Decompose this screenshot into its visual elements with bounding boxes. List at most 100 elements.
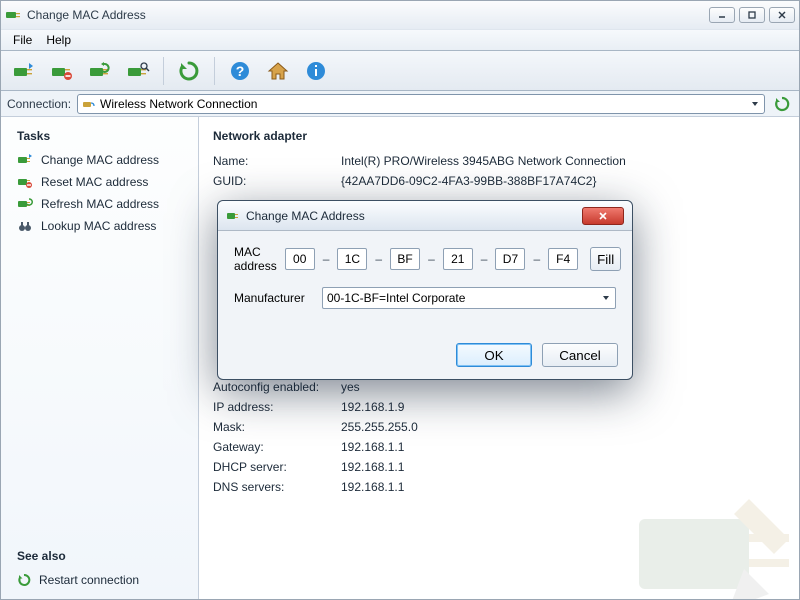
binoculars-icon	[17, 219, 33, 233]
dash-icon: –	[375, 252, 382, 266]
nic-refresh-icon	[17, 197, 33, 211]
window-title: Change MAC Address	[27, 8, 703, 22]
tasks-heading: Tasks	[17, 129, 188, 143]
prop-value: 192.168.1.1	[341, 440, 785, 454]
window-buttons	[709, 7, 795, 23]
mac-octet-5[interactable]	[548, 248, 578, 270]
tool-reset-mac[interactable]	[45, 56, 79, 86]
watermark-icon	[629, 479, 799, 599]
task-refresh-mac[interactable]: Refresh MAC address	[11, 193, 188, 215]
mac-octet-1[interactable]	[337, 248, 367, 270]
prop-key: Gateway:	[213, 440, 333, 454]
tool-refresh-mac[interactable]	[83, 56, 117, 86]
nic-edit-icon	[17, 153, 33, 167]
prop-value: 255.255.255.0	[341, 420, 785, 434]
dash-icon: –	[533, 252, 540, 266]
task-label: Change MAC address	[41, 153, 159, 167]
connection-refresh-button[interactable]	[771, 94, 793, 114]
see-also-heading: See also	[17, 549, 188, 563]
close-button[interactable]	[769, 7, 795, 23]
prop-key: DNS servers:	[213, 480, 333, 494]
ok-button[interactable]: OK	[456, 343, 532, 367]
tool-lookup-mac[interactable]	[121, 56, 155, 86]
tool-help[interactable]: ?	[223, 56, 257, 86]
sidebar: Tasks Change MAC address Reset MAC addre…	[1, 117, 199, 599]
prop-row: Mask: 255.255.255.0	[213, 417, 785, 437]
app-icon	[5, 7, 21, 23]
manufacturer-label: Manufacturer	[234, 291, 314, 305]
dialog-buttons: OK Cancel	[218, 337, 632, 379]
dash-icon: –	[481, 252, 488, 266]
tool-home[interactable]	[261, 56, 295, 86]
connection-value: Wireless Network Connection	[100, 97, 257, 111]
tool-about[interactable]	[299, 56, 333, 86]
task-change-mac[interactable]: Change MAC address	[11, 149, 188, 171]
prop-row: GUID: {42AA7DD6-09C2-4FA3-99BB-388BF17A74…	[213, 171, 785, 191]
prop-value: 192.168.1.1	[341, 460, 785, 474]
svg-text:?: ?	[236, 63, 245, 79]
mac-octet-4[interactable]	[495, 248, 525, 270]
prop-key: Name:	[213, 154, 333, 168]
toolbar-separator	[214, 57, 215, 85]
prop-row: DNS servers: 192.168.1.1	[213, 477, 785, 497]
dash-icon: –	[428, 252, 435, 266]
prop-value: Intel(R) PRO/Wireless 3945ABG Network Co…	[341, 154, 785, 168]
menu-file[interactable]: File	[7, 31, 38, 49]
connection-label: Connection:	[7, 97, 71, 111]
prop-row: Autoconfig enabled: yes	[213, 377, 785, 397]
chevron-down-icon	[750, 99, 760, 109]
mac-octet-3[interactable]	[443, 248, 473, 270]
tool-refresh[interactable]	[172, 56, 206, 86]
chevron-down-icon	[601, 293, 611, 303]
prop-row: Name: Intel(R) PRO/Wireless 3945ABG Netwo…	[213, 151, 785, 171]
task-label: Lookup MAC address	[41, 219, 156, 233]
task-lookup-mac[interactable]: Lookup MAC address	[11, 215, 188, 237]
prop-key: GUID:	[213, 174, 333, 188]
titlebar: Change MAC Address	[1, 1, 799, 29]
prop-key: Mask:	[213, 420, 333, 434]
connection-dropdown[interactable]: Wireless Network Connection	[77, 94, 765, 114]
adapter-icon	[82, 97, 96, 111]
maximize-button[interactable]	[739, 7, 765, 23]
mac-field: MAC address – – – – – Fill	[234, 245, 616, 273]
prop-row: DHCP server: 192.168.1.1	[213, 457, 785, 477]
manufacturer-dropdown[interactable]: 00-1C-BF=Intel Corporate	[322, 287, 616, 309]
task-label: Refresh MAC address	[41, 197, 159, 211]
minimize-button[interactable]	[709, 7, 735, 23]
mac-octet-2[interactable]	[390, 248, 420, 270]
prop-key: DHCP server:	[213, 460, 333, 474]
cancel-button[interactable]: Cancel	[542, 343, 618, 367]
prop-value: 192.168.1.9	[341, 400, 785, 414]
refresh-icon	[17, 573, 31, 587]
dialog-titlebar: Change MAC Address	[218, 201, 632, 231]
menu-help[interactable]: Help	[40, 31, 77, 49]
task-reset-mac[interactable]: Reset MAC address	[11, 171, 188, 193]
prop-value: yes	[341, 380, 785, 394]
dialog-body: MAC address – – – – – Fill Manufacturer …	[218, 231, 632, 337]
task-restart-connection[interactable]: Restart connection	[11, 569, 188, 591]
dash-icon: –	[323, 252, 330, 266]
prop-row: Gateway: 192.168.1.1	[213, 437, 785, 457]
adapter-heading: Network adapter	[213, 129, 785, 143]
mac-label: MAC address	[234, 245, 277, 273]
dialog-icon	[226, 209, 240, 223]
prop-row: IP address: 192.168.1.9	[213, 397, 785, 417]
tool-change-mac[interactable]	[7, 56, 41, 86]
connection-bar: Connection: Wireless Network Connection	[1, 91, 799, 117]
menubar: File Help	[1, 29, 799, 51]
fill-button[interactable]: Fill	[590, 247, 621, 271]
nic-reset-icon	[17, 175, 33, 189]
toolbar: ?	[1, 51, 799, 91]
prop-value: 192.168.1.1	[341, 480, 785, 494]
dialog-title: Change MAC Address	[246, 209, 576, 223]
manufacturer-field: Manufacturer 00-1C-BF=Intel Corporate	[234, 287, 616, 309]
task-label: Restart connection	[39, 573, 139, 587]
prop-key: IP address:	[213, 400, 333, 414]
prop-value: {42AA7DD6-09C2-4FA3-99BB-388BF17A74C2}	[341, 174, 785, 188]
manufacturer-value: 00-1C-BF=Intel Corporate	[327, 291, 465, 305]
change-mac-dialog: Change MAC Address MAC address – – – – –…	[217, 200, 633, 380]
task-label: Reset MAC address	[41, 175, 148, 189]
dialog-close-button[interactable]	[582, 207, 624, 225]
mac-octet-0[interactable]	[285, 248, 315, 270]
prop-key: Autoconfig enabled:	[213, 380, 333, 394]
